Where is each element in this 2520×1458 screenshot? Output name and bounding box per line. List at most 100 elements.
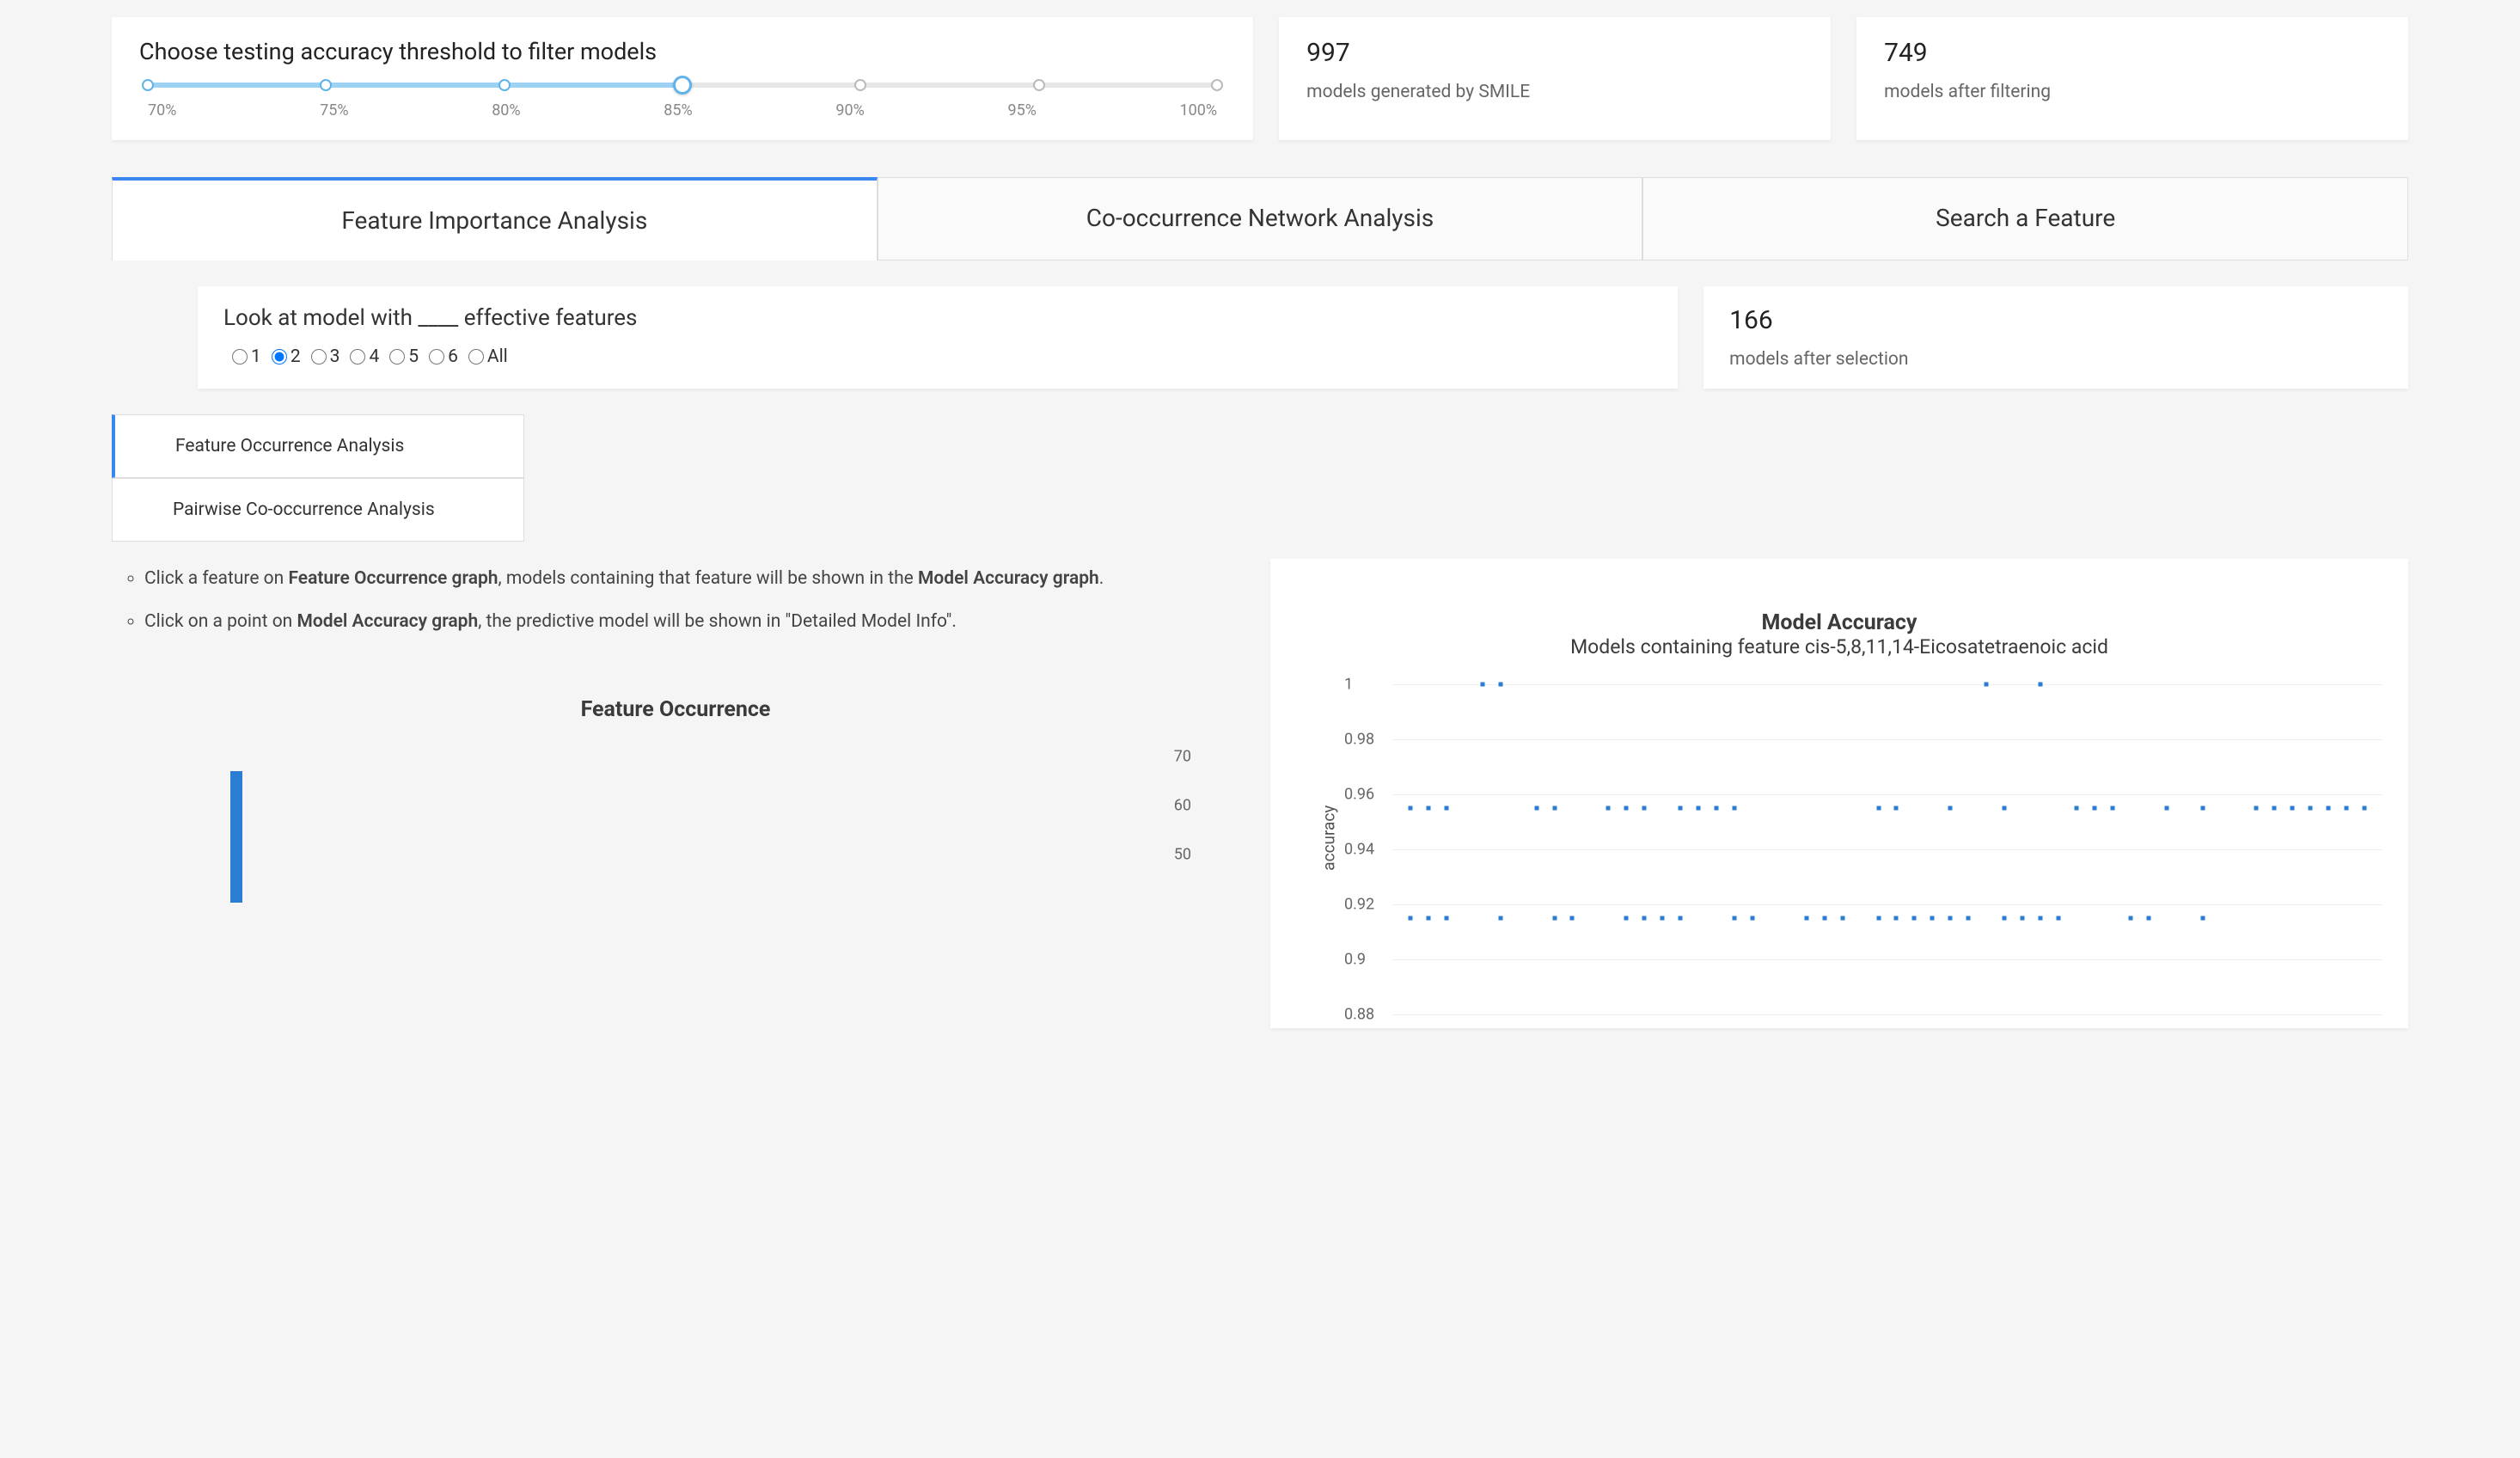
effective-option-all[interactable]: All: [468, 346, 508, 367]
scatter-point[interactable]: [2021, 916, 2025, 921]
scatter-point[interactable]: [1948, 916, 1953, 921]
scatter-point[interactable]: [1948, 806, 1953, 811]
selection-count: 166: [1729, 305, 2382, 335]
scatter-point[interactable]: [1715, 806, 1719, 811]
effective-features-title: Look at model with ____ effective featur…: [223, 305, 1652, 331]
threshold-slider-card: Choose testing accuracy threshold to fil…: [112, 17, 1253, 140]
scatter-point[interactable]: [1426, 916, 1430, 921]
slider-tick-label: 85%: [664, 101, 692, 119]
effective-option-2[interactable]: 2: [272, 346, 301, 367]
scatter-point[interactable]: [2164, 806, 2168, 811]
tab-feature-importance-analysis[interactable]: Feature Importance Analysis: [112, 177, 878, 260]
stat-generated-desc: models generated by SMILE: [1306, 82, 1803, 102]
effective-option-4[interactable]: 4: [350, 346, 379, 367]
threshold-slider-title: Choose testing accuracy threshold to fil…: [139, 38, 1226, 65]
scatter-point[interactable]: [1876, 916, 1881, 921]
slider-tick-label: 75%: [320, 101, 348, 119]
stat-generated-card: 997 models generated by SMILE: [1279, 17, 1831, 140]
scatter-point[interactable]: [1679, 916, 1683, 921]
scatter-point[interactable]: [1426, 806, 1430, 811]
scatter-point[interactable]: [1966, 916, 1971, 921]
scatter-point[interactable]: [2074, 806, 2078, 811]
scatter-point[interactable]: [1894, 806, 1899, 811]
stat-filtered-card: 749 models after filtering: [1856, 17, 2408, 140]
effective-option-6[interactable]: 6: [429, 346, 458, 367]
scatter-point[interactable]: [1408, 806, 1412, 811]
scatter-point[interactable]: [1642, 806, 1647, 811]
feature-occurrence-title: Feature Occurrence: [124, 697, 1227, 722]
slider-tick-label: 70%: [148, 101, 176, 119]
scatter-point[interactable]: [2056, 916, 2060, 921]
scatter-point[interactable]: [1570, 916, 1575, 921]
scatter-point[interactable]: [2039, 683, 2043, 687]
scatter-point[interactable]: [1498, 916, 1502, 921]
scatter-point[interactable]: [1498, 683, 1502, 687]
scatter-point[interactable]: [1661, 916, 1665, 921]
scatter-point[interactable]: [1985, 683, 1989, 687]
effective-option-3[interactable]: 3: [311, 346, 340, 367]
scatter-point[interactable]: [1876, 806, 1881, 811]
scatter-point[interactable]: [1822, 916, 1826, 921]
scatter-point[interactable]: [2003, 806, 2007, 811]
scatter-point[interactable]: [2254, 806, 2259, 811]
scatter-point[interactable]: [1750, 916, 1754, 921]
selection-count-card: 166 models after selection: [1703, 286, 2408, 389]
scatter-point[interactable]: [1552, 916, 1557, 921]
scatter-point[interactable]: [2092, 806, 2096, 811]
scatter-point[interactable]: [2003, 916, 2007, 921]
scatter-point[interactable]: [1930, 916, 1935, 921]
effective-features-options: 123456 All: [223, 346, 1652, 367]
scatter-point[interactable]: [2146, 916, 2150, 921]
scatter-point[interactable]: [2272, 806, 2277, 811]
feature-occurrence-chart[interactable]: 706050: [218, 757, 1227, 903]
bar-feature-0[interactable]: [230, 771, 242, 903]
scatter-point[interactable]: [2110, 806, 2114, 811]
scatter-point[interactable]: [2200, 916, 2205, 921]
scatter-point[interactable]: [1408, 916, 1412, 921]
scatter-point[interactable]: [1444, 806, 1448, 811]
effective-option-1[interactable]: 1: [232, 346, 261, 367]
help-line-1: Click a feature on Feature Occurrence gr…: [144, 564, 1227, 595]
scatter-point[interactable]: [2327, 806, 2331, 811]
model-accuracy-title: Model Accuracy: [1288, 610, 2391, 635]
scatter-point[interactable]: [1552, 806, 1557, 811]
scatter-point[interactable]: [2309, 806, 2313, 811]
scatter-point[interactable]: [1840, 916, 1844, 921]
sub-tab-feature-occurrence-analysis[interactable]: Feature Occurrence Analysis: [112, 414, 524, 478]
scatter-point[interactable]: [1697, 806, 1701, 811]
scatter-point[interactable]: [2200, 806, 2205, 811]
scatter-point[interactable]: [1534, 806, 1538, 811]
scatter-point[interactable]: [1624, 916, 1629, 921]
scatter-point[interactable]: [1642, 916, 1647, 921]
model-accuracy-chart[interactable]: accuracy 10.980.960.940.920.90.88: [1339, 676, 2391, 1020]
scatter-point[interactable]: [1679, 806, 1683, 811]
tab-search-a-feature[interactable]: Search a Feature: [1642, 177, 2408, 260]
effective-option-5[interactable]: 5: [389, 346, 419, 367]
scatter-point[interactable]: [1804, 916, 1808, 921]
selection-desc: models after selection: [1729, 349, 2382, 370]
scatter-y-label: accuracy: [1319, 806, 1339, 871]
sub-tab-pairwise-co-occurrence-analysis[interactable]: Pairwise Co-occurrence Analysis: [112, 478, 524, 542]
tab-co-occurrence-network-analysis[interactable]: Co-occurrence Network Analysis: [878, 177, 1643, 260]
analysis-sub-tabs: Feature Occurrence AnalysisPairwise Co-o…: [112, 414, 524, 542]
slider-tick-label: 80%: [492, 101, 520, 119]
slider-tick-label: 95%: [1007, 101, 1036, 119]
scatter-point[interactable]: [2345, 806, 2349, 811]
scatter-point[interactable]: [1894, 916, 1899, 921]
scatter-point[interactable]: [2039, 916, 2043, 921]
scatter-point[interactable]: [1732, 916, 1736, 921]
scatter-point[interactable]: [1912, 916, 1917, 921]
scatter-point[interactable]: [2291, 806, 2295, 811]
scatter-point[interactable]: [1444, 916, 1448, 921]
scatter-point[interactable]: [1480, 683, 1484, 687]
help-text: Click a feature on Feature Occurrence gr…: [124, 564, 1227, 637]
model-accuracy-card: Model Accuracy Models containing feature…: [1270, 559, 2408, 1028]
scatter-point[interactable]: [1624, 806, 1629, 811]
help-line-2: Click on a point on Model Accuracy graph…: [144, 607, 1227, 638]
scatter-point[interactable]: [1732, 806, 1736, 811]
stat-generated-count: 997: [1306, 38, 1803, 68]
threshold-slider[interactable]: 70%75%80%85%90%95%100%: [139, 83, 1226, 119]
scatter-point[interactable]: [2363, 806, 2367, 811]
scatter-point[interactable]: [2128, 916, 2132, 921]
scatter-point[interactable]: [1606, 806, 1611, 811]
